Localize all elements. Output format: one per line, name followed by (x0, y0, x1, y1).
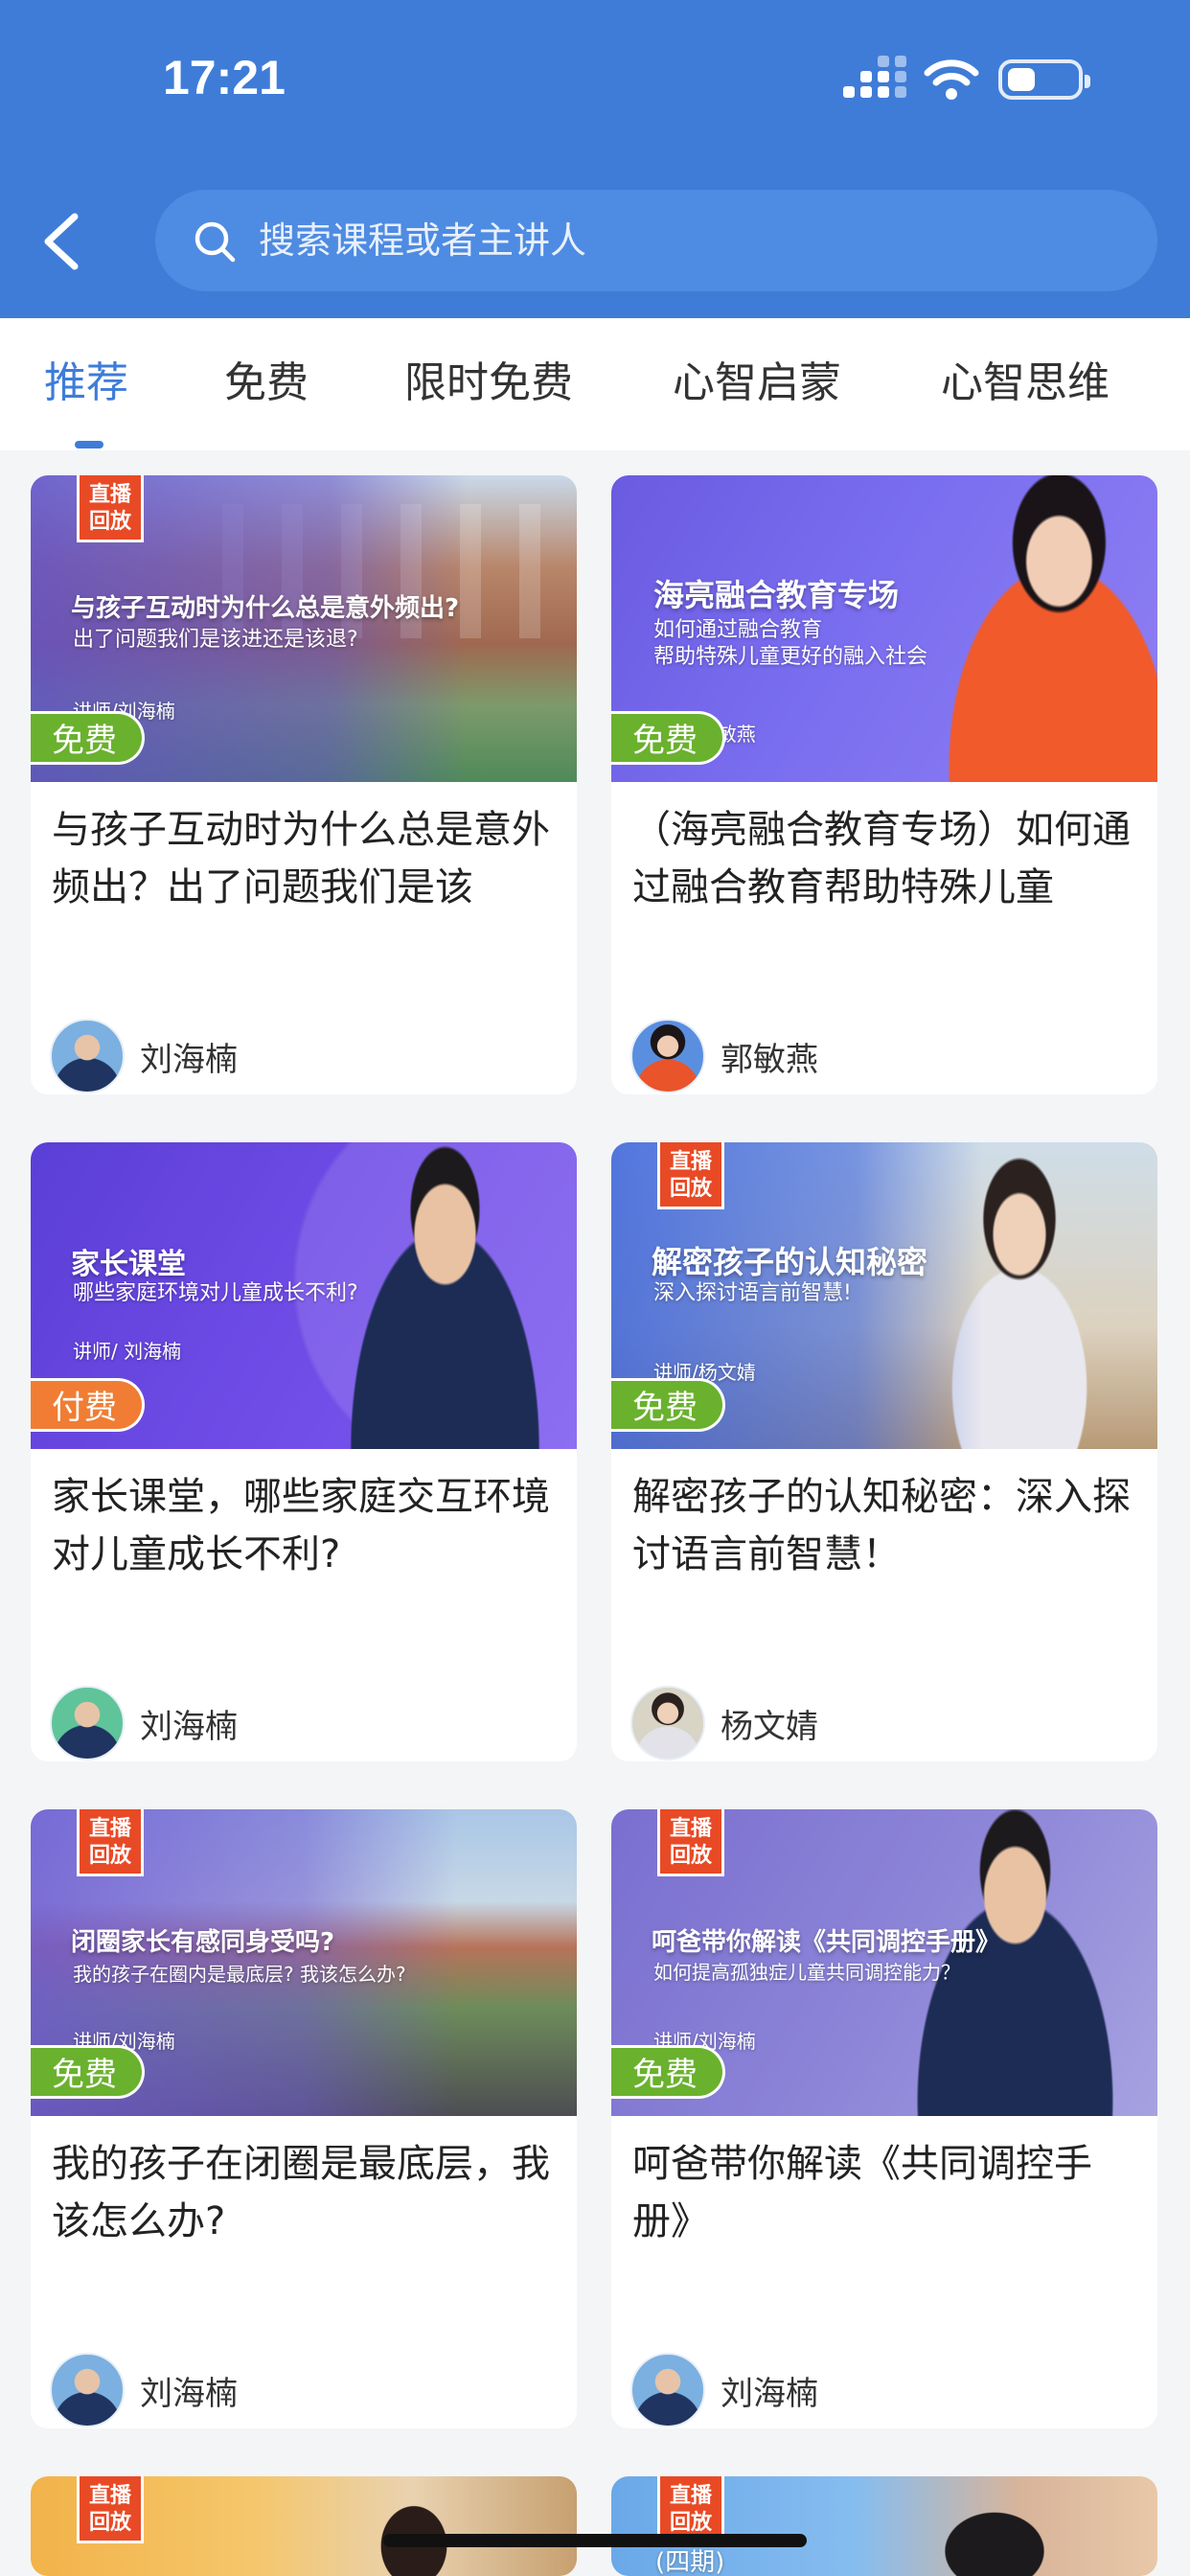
thumbnail-title: 解密孩子的认知秘密 (652, 1244, 928, 1280)
thumbnail-subtitle: 哪些家庭环境对儿童成长不利? (73, 1281, 358, 1305)
search-input[interactable]: 搜索课程或者主讲人 (259, 217, 586, 264)
price-badge: 免费 (31, 2045, 145, 2099)
price-badge: 免费 (611, 2045, 725, 2099)
search-icon (195, 221, 236, 263)
thumbnail-text: (四期) (655, 2548, 725, 2576)
course-title: （海亮融合教育专场）如何通过融合教育帮助特殊儿童 (632, 808, 1131, 909)
thumbnail-title: 闭圈家长有感同身受吗? (71, 1928, 335, 1957)
course-title: 家长课堂，哪些家庭交互环境对儿童成长不利? (52, 1475, 550, 1576)
price-badge: 免费 (611, 711, 725, 765)
avatar (630, 1019, 705, 1093)
price-badge: 免费 (611, 1378, 725, 1432)
thumbnail-subtitle: 深入探讨语言前智慧! (653, 1281, 852, 1305)
course-author: 刘海楠 (50, 2352, 238, 2428)
thumbnail-subtitle: 出了问题我们是该进还是该退? (73, 628, 358, 652)
course-author: 郭敏燕 (630, 1018, 818, 1094)
price-badge: 付费 (31, 1378, 145, 1432)
course-author: 刘海楠 (50, 1018, 238, 1094)
course-thumbnail: 直播 回放 闭圈家长有感同身受吗? 我的孩子在圈内是最底层? 我该怎么办? 讲师/… (31, 1809, 577, 2116)
author-name: 刘海楠 (140, 1707, 238, 1746)
course-card[interactable]: 海亮融合教育专场 如何通过融合教育 帮助特殊儿童更好的融入社会 讲师/郭敏燕 免… (611, 475, 1157, 1094)
course-thumbnail: 直播 回放 (四期) (611, 2476, 1157, 2576)
avatar (50, 1686, 125, 1760)
app-header: 17:21 搜索课程或者主讲人 (0, 0, 1190, 318)
cellular-signal-icon (843, 56, 910, 100)
back-arrow-icon[interactable] (34, 203, 92, 280)
thumbnail-lecturer: 讲师/ 刘海楠 (73, 1340, 182, 1363)
tab-mind-enlightenment[interactable]: 心智启蒙 (673, 356, 841, 410)
thumbnail-title: 家长课堂 (71, 1248, 186, 1281)
search-bar[interactable]: 搜索课程或者主讲人 (155, 190, 1157, 291)
course-card[interactable]: 直播 回放 解密孩子的认知秘密 深入探讨语言前智慧! 讲师/杨文婧 免费 解密孩子… (611, 1142, 1157, 1761)
course-card[interactable]: 直播 回放 (四期) (611, 2476, 1157, 2576)
course-card[interactable]: 家长课堂 哪些家庭环境对儿童成长不利? 讲师/ 刘海楠 付费 家长课堂，哪些家庭… (31, 1142, 577, 1761)
status-time: 17:21 (163, 51, 286, 104)
course-title: 与孩子互动时为什么总是意外频出？出了问题我们是该 (52, 808, 550, 909)
author-name: 杨文婧 (721, 1707, 818, 1746)
avatar (50, 2353, 125, 2427)
replay-tag: 直播 回放 (657, 1809, 724, 1876)
course-card[interactable]: 直播 回放 闭圈家长有感同身受吗? 我的孩子在圈内是最底层? 我该怎么办? 讲师/… (31, 1809, 577, 2428)
category-tabs: 推荐 免费 限时免费 心智启蒙 心智思维 (0, 318, 1190, 450)
active-tab-indicator (75, 441, 103, 448)
battery-icon (998, 59, 1090, 100)
thumbnail-subtitle: 如何提高孤独症儿童共同调控能力？ (653, 1961, 960, 1984)
course-card[interactable]: 直播 回放 呵爸带你解读《共同调控手册》 如何提高孤独症儿童共同调控能力？ 讲师/… (611, 1809, 1157, 2428)
course-thumbnail: 直播 回放 解密孩子的认知秘密 深入探讨语言前智慧! 讲师/杨文婧 免费 (611, 1142, 1157, 1449)
course-author: 杨文婧 (630, 1685, 818, 1761)
tab-free[interactable]: 免费 (224, 356, 309, 410)
thumbnail-title: 呵爸带你解读《共同调控手册》 (652, 1928, 1001, 1957)
course-thumbnail: 直播 回放 呵爸带你解读《共同调控手册》 如何提高孤独症儿童共同调控能力？ 讲师/… (611, 1809, 1157, 2116)
thumbnail-subtitle: 我的孩子在圈内是最底层? 我该怎么办? (73, 1963, 406, 1986)
replay-tag: 直播 回放 (77, 1809, 144, 1876)
author-name: 刘海楠 (721, 2374, 818, 2413)
replay-tag: 直播 回放 (77, 475, 144, 542)
avatar (630, 1686, 705, 1760)
avatar (630, 2353, 705, 2427)
tab-mind-thinking[interactable]: 心智思维 (941, 356, 1110, 410)
thumbnail-title: 海亮融合教育专场 (653, 577, 900, 613)
tab-limited-free[interactable]: 限时免费 (404, 356, 573, 410)
course-author: 刘海楠 (630, 2352, 818, 2428)
author-name: 郭敏燕 (721, 1040, 818, 1079)
course-thumbnail: 家长课堂 哪些家庭环境对儿童成长不利? 讲师/ 刘海楠 付费 (31, 1142, 577, 1449)
course-card[interactable]: 直播 回放 (31, 2476, 577, 2576)
replay-tag: 直播 回放 (77, 2476, 144, 2543)
thumbnail-title: 与孩子互动时为什么总是意外频出? (71, 594, 460, 623)
author-name: 刘海楠 (140, 2374, 238, 2413)
avatar (50, 1019, 125, 1093)
price-badge: 免费 (31, 711, 145, 765)
course-title: 呵爸带你解读《共同调控手册》 (632, 2142, 1092, 2243)
course-author: 刘海楠 (50, 1685, 238, 1761)
course-thumbnail: 直播 回放 (31, 2476, 577, 2576)
course-thumbnail: 直播回放 与孩子互动时为什么总是意外频出? 出了问题我们是该进还是该退? 讲师/… (31, 475, 577, 782)
author-name: 刘海楠 (140, 1040, 238, 1079)
course-thumbnail: 海亮融合教育专场 如何通过融合教育 帮助特殊儿童更好的融入社会 讲师/郭敏燕 免… (611, 475, 1157, 782)
tab-recommend[interactable]: 推荐 (44, 356, 128, 410)
course-title: 解密孩子的认知秘密：深入探讨语言前智慧！ (632, 1475, 1131, 1576)
course-card[interactable]: 直播回放 与孩子互动时为什么总是意外频出? 出了问题我们是该进还是该退? 讲师/… (31, 475, 577, 1094)
wifi-icon (924, 59, 979, 100)
home-indicator (383, 2534, 807, 2547)
replay-tag: 直播 回放 (657, 1142, 724, 1209)
thumbnail-subtitle: 如何通过融合教育 帮助特殊儿童更好的融入社会 (653, 618, 928, 669)
course-title: 我的孩子在闭圈是最底层，我该怎么办? (52, 2142, 550, 2243)
